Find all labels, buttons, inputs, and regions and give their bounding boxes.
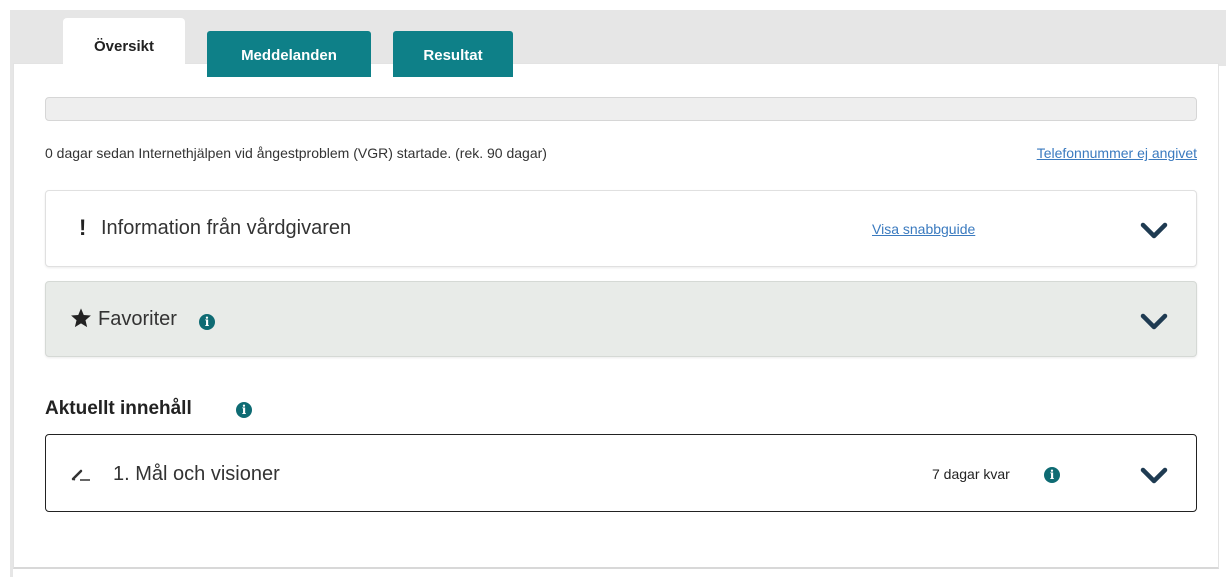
days-since-start-text: 0 dagar sedan Internethjälpen vid ångest… <box>45 145 547 161</box>
chevron-down-icon[interactable] <box>1140 222 1168 240</box>
info-icon[interactable]: i <box>1044 467 1060 483</box>
favorites-card[interactable]: Favoriter i <box>45 281 1197 357</box>
info-from-caregiver-card[interactable]: ! Information från vårdgivaren Visa snab… <box>45 190 1197 267</box>
tab-bar-background <box>10 10 1226 66</box>
info-card-title: Information från vårdgivaren <box>101 217 352 239</box>
tab-meddelanden[interactable]: Meddelanden <box>207 31 371 77</box>
info-icon[interactable]: i <box>236 402 252 418</box>
module-title: 1. Mål och visioner <box>113 463 280 485</box>
tab-oversikt[interactable]: Översikt <box>63 18 185 77</box>
chevron-down-icon[interactable] <box>1140 313 1168 331</box>
quick-guide-link[interactable]: Visa snabbguide <box>872 221 975 237</box>
pencil-icon <box>71 469 90 481</box>
treatment-progress-bar <box>45 97 1197 121</box>
star-icon <box>71 308 91 328</box>
module-card[interactable]: 1. Mål och visioner 7 dagar kvar i <box>45 434 1197 512</box>
days-left-text: 7 dagar kvar <box>932 466 1010 482</box>
tab-resultat[interactable]: Resultat <box>393 31 513 77</box>
phone-number-link[interactable]: Telefonnummer ej angivet <box>1037 145 1197 161</box>
info-icon[interactable]: i <box>199 314 215 330</box>
exclamation-icon: ! <box>79 215 87 240</box>
favorites-title: Favoriter <box>98 308 177 330</box>
current-content-heading: Aktuellt innehåll <box>45 398 192 419</box>
chevron-down-icon[interactable] <box>1140 467 1168 485</box>
